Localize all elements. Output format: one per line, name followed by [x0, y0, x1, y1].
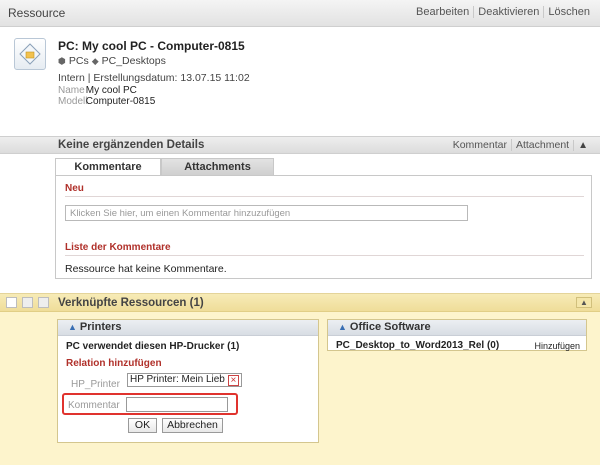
field-name: Name My cool PC — [58, 85, 137, 96]
office-heading: Office Software — [349, 321, 431, 333]
breadcrumb-item-pcs[interactable]: PCs — [69, 55, 89, 67]
resource-type-icon — [14, 38, 46, 70]
divider — [65, 196, 584, 197]
printer-chip[interactable]: HP Printer: Mein Lieb × — [127, 373, 242, 387]
printers-box: ▲ Printers PC verwendet diesen HP-Drucker… — [57, 319, 319, 443]
printer-chip-label: HP Printer: Mein Lieb — [130, 374, 225, 385]
details-body: Kommentare Attachments Neu Klicken Sie h… — [55, 156, 592, 281]
breadcrumb: ⬢ PCs ◆ PC_Desktops — [58, 55, 166, 67]
office-relation-item[interactable]: PC_Desktop_to_Word2013_Rel (0) — [336, 340, 499, 351]
highlight-frame — [62, 393, 238, 415]
delete-button[interactable]: Löschen — [543, 6, 594, 18]
printers-heading: Printers — [79, 321, 122, 333]
attachment-button[interactable]: Attachment — [510, 139, 573, 151]
field-label: Modell — [58, 96, 88, 107]
collapse-icon[interactable]: ▲ — [576, 297, 592, 308]
add-link[interactable]: Hinzufügen — [534, 341, 580, 351]
view-list-icon[interactable] — [6, 297, 17, 308]
remove-icon[interactable]: × — [227, 374, 239, 386]
relation-text: PC verwendet diesen HP-Drucker (1) — [66, 341, 240, 352]
tab-attachments[interactable]: Attachments — [161, 158, 274, 175]
collapse-icon[interactable]: ▲ — [573, 139, 592, 151]
office-box-header: ▲ Office Software — [328, 320, 586, 336]
view-detail-icon[interactable] — [38, 297, 49, 308]
field-value: Computer-0815 — [85, 96, 156, 107]
printer-field-label: HP_Printer — [71, 379, 120, 390]
cancel-button[interactable]: Abbrechen — [162, 418, 223, 433]
comment-input[interactable]: Klicken Sie hier, um einen Kommentar hin… — [65, 205, 468, 221]
tab-comments[interactable]: Kommentare — [55, 158, 161, 175]
field-label: Name — [58, 85, 85, 96]
comments-panel: Neu Klicken Sie hier, um einen Kommentar… — [55, 175, 592, 279]
cube-icon: ◆ — [91, 55, 99, 66]
linked-title: Verknüpfte Ressourcen (1) — [58, 297, 204, 309]
header-actions: Bearbeiten Deaktivieren Löschen — [412, 6, 594, 18]
field-model: Modell Computer-0815 — [58, 96, 155, 107]
field-value: My cool PC — [85, 85, 137, 96]
ok-button[interactable]: OK — [128, 418, 157, 433]
info-icon: ▲ — [68, 322, 77, 332]
add-relation-heading: Relation hinzufügen — [66, 358, 162, 369]
divider — [65, 255, 584, 256]
details-title: Keine ergänzenden Details — [58, 139, 205, 151]
printers-box-header: ▲ Printers — [58, 320, 318, 336]
breadcrumb-item-desktops[interactable]: PC_Desktops — [102, 55, 166, 67]
linked-resources-bar: Verknüpfte Ressourcen (1) ▲ — [0, 294, 600, 312]
details-bar: Keine ergänzenden Details Kommentar Atta… — [0, 136, 600, 154]
resource-header-bar: Ressource Bearbeiten Deaktivieren Lösche… — [0, 0, 600, 27]
no-comments-text: Ressource hat keine Kommentare. — [65, 263, 227, 275]
header-title: Ressource — [8, 6, 66, 20]
deactivate-button[interactable]: Deaktivieren — [473, 6, 543, 18]
edit-button[interactable]: Bearbeiten — [412, 6, 473, 18]
resource-meta: Intern | Erstellungsdatum: 13.07.15 11:0… — [58, 72, 250, 84]
info-icon: ▲ — [338, 322, 347, 332]
comment-list-heading: Liste der Kommentare — [65, 242, 171, 253]
cube-icon: ⬢ — [58, 55, 66, 66]
new-comment-heading: Neu — [65, 183, 84, 194]
resource-title: PC: My cool PC - Computer-0815 — [58, 39, 245, 53]
view-grid-icon[interactable] — [22, 297, 33, 308]
details-actions: Kommentar Attachment ▲ — [449, 139, 592, 151]
office-box: ▲ Office Software PC_Desktop_to_Word2013_… — [327, 319, 587, 351]
details-tabs: Kommentare Attachments — [55, 158, 274, 175]
comment-button[interactable]: Kommentar — [449, 139, 511, 151]
